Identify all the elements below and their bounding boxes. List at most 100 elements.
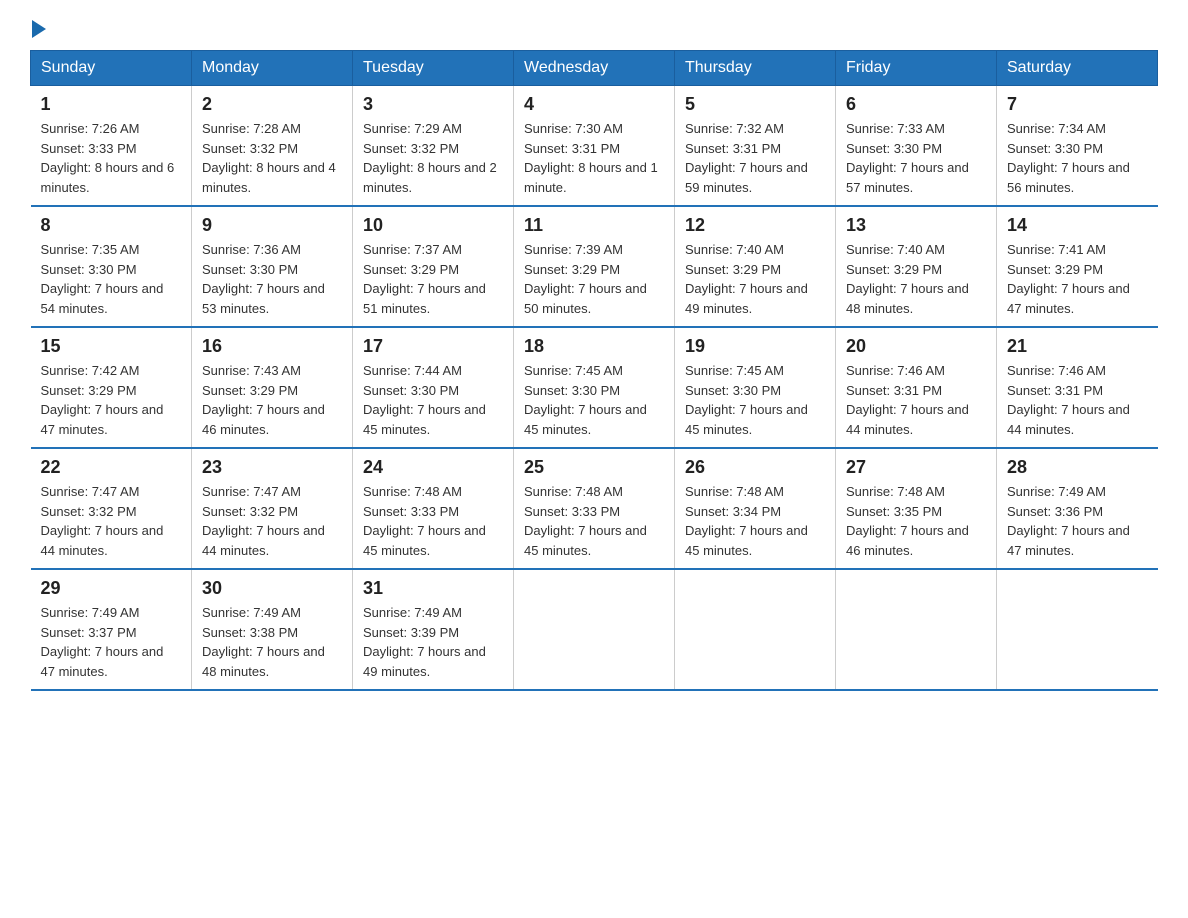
day-number: 20 xyxy=(846,336,986,357)
day-number: 25 xyxy=(524,457,664,478)
calendar-cell: 28 Sunrise: 7:49 AMSunset: 3:36 PMDaylig… xyxy=(997,448,1158,569)
calendar-week-row: 8 Sunrise: 7:35 AMSunset: 3:30 PMDayligh… xyxy=(31,206,1158,327)
day-number: 1 xyxy=(41,94,182,115)
day-info: Sunrise: 7:40 AMSunset: 3:29 PMDaylight:… xyxy=(685,242,808,316)
day-info: Sunrise: 7:41 AMSunset: 3:29 PMDaylight:… xyxy=(1007,242,1130,316)
day-number: 15 xyxy=(41,336,182,357)
calendar-cell: 4 Sunrise: 7:30 AMSunset: 3:31 PMDayligh… xyxy=(514,86,675,207)
calendar-cell: 16 Sunrise: 7:43 AMSunset: 3:29 PMDaylig… xyxy=(192,327,353,448)
day-number: 2 xyxy=(202,94,342,115)
day-number: 30 xyxy=(202,578,342,599)
day-number: 24 xyxy=(363,457,503,478)
day-info: Sunrise: 7:40 AMSunset: 3:29 PMDaylight:… xyxy=(846,242,969,316)
calendar-cell: 22 Sunrise: 7:47 AMSunset: 3:32 PMDaylig… xyxy=(31,448,192,569)
calendar-cell: 3 Sunrise: 7:29 AMSunset: 3:32 PMDayligh… xyxy=(353,86,514,207)
day-number: 14 xyxy=(1007,215,1148,236)
day-info: Sunrise: 7:30 AMSunset: 3:31 PMDaylight:… xyxy=(524,121,658,195)
calendar-cell: 14 Sunrise: 7:41 AMSunset: 3:29 PMDaylig… xyxy=(997,206,1158,327)
calendar-week-row: 1 Sunrise: 7:26 AMSunset: 3:33 PMDayligh… xyxy=(31,86,1158,207)
day-number: 29 xyxy=(41,578,182,599)
day-number: 4 xyxy=(524,94,664,115)
day-number: 22 xyxy=(41,457,182,478)
calendar-cell: 13 Sunrise: 7:40 AMSunset: 3:29 PMDaylig… xyxy=(836,206,997,327)
day-info: Sunrise: 7:45 AMSunset: 3:30 PMDaylight:… xyxy=(524,363,647,437)
header-wednesday: Wednesday xyxy=(514,51,675,86)
calendar-cell xyxy=(675,569,836,690)
day-number: 27 xyxy=(846,457,986,478)
calendar-cell: 24 Sunrise: 7:48 AMSunset: 3:33 PMDaylig… xyxy=(353,448,514,569)
header-monday: Monday xyxy=(192,51,353,86)
day-number: 6 xyxy=(846,94,986,115)
logo-arrow-icon xyxy=(32,20,46,38)
day-info: Sunrise: 7:49 AMSunset: 3:39 PMDaylight:… xyxy=(363,605,486,679)
day-info: Sunrise: 7:32 AMSunset: 3:31 PMDaylight:… xyxy=(685,121,808,195)
calendar-cell: 31 Sunrise: 7:49 AMSunset: 3:39 PMDaylig… xyxy=(353,569,514,690)
page-header xyxy=(30,20,1158,34)
calendar-cell: 10 Sunrise: 7:37 AMSunset: 3:29 PMDaylig… xyxy=(353,206,514,327)
day-number: 16 xyxy=(202,336,342,357)
calendar-cell: 9 Sunrise: 7:36 AMSunset: 3:30 PMDayligh… xyxy=(192,206,353,327)
day-info: Sunrise: 7:44 AMSunset: 3:30 PMDaylight:… xyxy=(363,363,486,437)
logo xyxy=(30,20,48,34)
calendar-cell xyxy=(997,569,1158,690)
day-number: 9 xyxy=(202,215,342,236)
calendar-cell xyxy=(514,569,675,690)
day-number: 10 xyxy=(363,215,503,236)
calendar-cell: 7 Sunrise: 7:34 AMSunset: 3:30 PMDayligh… xyxy=(997,86,1158,207)
calendar-cell: 15 Sunrise: 7:42 AMSunset: 3:29 PMDaylig… xyxy=(31,327,192,448)
day-info: Sunrise: 7:47 AMSunset: 3:32 PMDaylight:… xyxy=(202,484,325,558)
calendar-cell: 21 Sunrise: 7:46 AMSunset: 3:31 PMDaylig… xyxy=(997,327,1158,448)
calendar-cell: 25 Sunrise: 7:48 AMSunset: 3:33 PMDaylig… xyxy=(514,448,675,569)
day-info: Sunrise: 7:45 AMSunset: 3:30 PMDaylight:… xyxy=(685,363,808,437)
header-thursday: Thursday xyxy=(675,51,836,86)
day-info: Sunrise: 7:35 AMSunset: 3:30 PMDaylight:… xyxy=(41,242,164,316)
day-number: 12 xyxy=(685,215,825,236)
day-info: Sunrise: 7:36 AMSunset: 3:30 PMDaylight:… xyxy=(202,242,325,316)
day-info: Sunrise: 7:49 AMSunset: 3:36 PMDaylight:… xyxy=(1007,484,1130,558)
calendar-week-row: 22 Sunrise: 7:47 AMSunset: 3:32 PMDaylig… xyxy=(31,448,1158,569)
day-info: Sunrise: 7:34 AMSunset: 3:30 PMDaylight:… xyxy=(1007,121,1130,195)
header-saturday: Saturday xyxy=(997,51,1158,86)
calendar-cell: 26 Sunrise: 7:48 AMSunset: 3:34 PMDaylig… xyxy=(675,448,836,569)
day-number: 17 xyxy=(363,336,503,357)
day-info: Sunrise: 7:47 AMSunset: 3:32 PMDaylight:… xyxy=(41,484,164,558)
day-number: 18 xyxy=(524,336,664,357)
calendar-cell: 29 Sunrise: 7:49 AMSunset: 3:37 PMDaylig… xyxy=(31,569,192,690)
calendar-week-row: 29 Sunrise: 7:49 AMSunset: 3:37 PMDaylig… xyxy=(31,569,1158,690)
calendar-cell xyxy=(836,569,997,690)
day-info: Sunrise: 7:48 AMSunset: 3:33 PMDaylight:… xyxy=(524,484,647,558)
calendar-header-row: SundayMondayTuesdayWednesdayThursdayFrid… xyxy=(31,51,1158,86)
calendar-cell: 1 Sunrise: 7:26 AMSunset: 3:33 PMDayligh… xyxy=(31,86,192,207)
day-number: 23 xyxy=(202,457,342,478)
calendar-cell: 5 Sunrise: 7:32 AMSunset: 3:31 PMDayligh… xyxy=(675,86,836,207)
calendar-cell: 12 Sunrise: 7:40 AMSunset: 3:29 PMDaylig… xyxy=(675,206,836,327)
calendar-cell: 17 Sunrise: 7:44 AMSunset: 3:30 PMDaylig… xyxy=(353,327,514,448)
day-number: 31 xyxy=(363,578,503,599)
calendar-cell: 20 Sunrise: 7:46 AMSunset: 3:31 PMDaylig… xyxy=(836,327,997,448)
calendar-week-row: 15 Sunrise: 7:42 AMSunset: 3:29 PMDaylig… xyxy=(31,327,1158,448)
day-number: 13 xyxy=(846,215,986,236)
day-number: 7 xyxy=(1007,94,1148,115)
calendar-cell: 23 Sunrise: 7:47 AMSunset: 3:32 PMDaylig… xyxy=(192,448,353,569)
day-number: 11 xyxy=(524,215,664,236)
day-info: Sunrise: 7:28 AMSunset: 3:32 PMDaylight:… xyxy=(202,121,336,195)
day-number: 3 xyxy=(363,94,503,115)
day-info: Sunrise: 7:48 AMSunset: 3:33 PMDaylight:… xyxy=(363,484,486,558)
day-info: Sunrise: 7:48 AMSunset: 3:34 PMDaylight:… xyxy=(685,484,808,558)
day-number: 21 xyxy=(1007,336,1148,357)
day-info: Sunrise: 7:37 AMSunset: 3:29 PMDaylight:… xyxy=(363,242,486,316)
header-sunday: Sunday xyxy=(31,51,192,86)
calendar-cell: 2 Sunrise: 7:28 AMSunset: 3:32 PMDayligh… xyxy=(192,86,353,207)
day-info: Sunrise: 7:26 AMSunset: 3:33 PMDaylight:… xyxy=(41,121,175,195)
day-info: Sunrise: 7:33 AMSunset: 3:30 PMDaylight:… xyxy=(846,121,969,195)
day-info: Sunrise: 7:42 AMSunset: 3:29 PMDaylight:… xyxy=(41,363,164,437)
calendar-cell: 27 Sunrise: 7:48 AMSunset: 3:35 PMDaylig… xyxy=(836,448,997,569)
day-info: Sunrise: 7:46 AMSunset: 3:31 PMDaylight:… xyxy=(846,363,969,437)
calendar-cell: 6 Sunrise: 7:33 AMSunset: 3:30 PMDayligh… xyxy=(836,86,997,207)
calendar-cell: 8 Sunrise: 7:35 AMSunset: 3:30 PMDayligh… xyxy=(31,206,192,327)
day-number: 28 xyxy=(1007,457,1148,478)
calendar-cell: 18 Sunrise: 7:45 AMSunset: 3:30 PMDaylig… xyxy=(514,327,675,448)
calendar-table: SundayMondayTuesdayWednesdayThursdayFrid… xyxy=(30,50,1158,691)
day-info: Sunrise: 7:48 AMSunset: 3:35 PMDaylight:… xyxy=(846,484,969,558)
day-number: 19 xyxy=(685,336,825,357)
